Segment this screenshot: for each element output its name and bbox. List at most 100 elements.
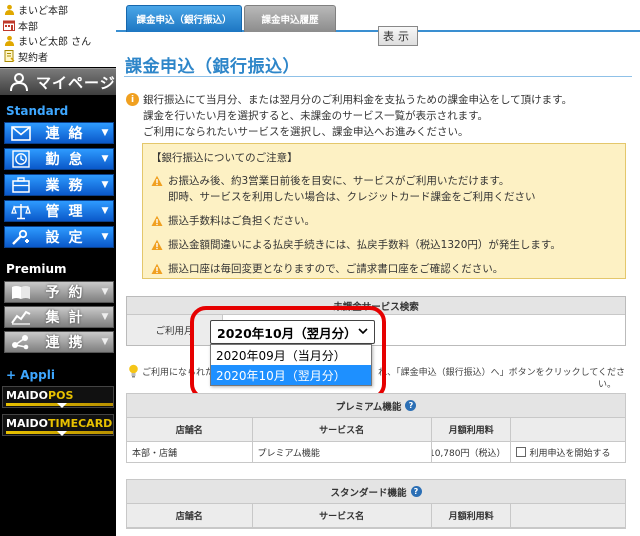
menu-aggregate[interactable]: 集計 ▼	[4, 306, 114, 328]
page-title: 課金申込（銀行振込）	[125, 57, 300, 77]
table-row: 本部・店舗 プレミアム機能 10,780円（税込） 利用申込を開始する	[127, 442, 625, 462]
col-action	[511, 418, 625, 441]
notice-text: 振込口座は毎回変更となりますので、ご請求書口座をご確認ください。	[168, 263, 504, 275]
col-store: 店舗名	[127, 504, 253, 527]
user-role-row: 契約者	[3, 49, 113, 65]
store-icon	[3, 19, 15, 31]
menu-management-label: 管理	[45, 204, 92, 220]
user-name: まいど太郎 さん	[18, 37, 92, 49]
premium-service-table: プレミアム機能 ? 店舗名 サービス名 月額利用料 本部・店舗 プレミアム機能 …	[126, 393, 626, 463]
col-monthly-fee: 月額利用料	[432, 418, 512, 441]
notice-text: 振込金額間違いによる払戻手続きには、払戻手数料（税込1320円）が発生します。	[168, 239, 561, 251]
user-company-name: まいど本部	[18, 6, 68, 18]
row-price: 10,780円（税込）	[432, 442, 512, 462]
standard-table-title: スタンダード機能	[330, 487, 407, 499]
lightbulb-icon	[129, 364, 138, 378]
standard-service-table: スタンダード機能 ? 店舗名 サービス名 月額利用料	[126, 479, 626, 529]
contract-icon	[3, 50, 15, 63]
menu-settings-label: 設定	[45, 230, 92, 246]
menu-integration-label: 連携	[45, 335, 92, 351]
user-role: 契約者	[18, 52, 48, 64]
premium-table-title: プレミアム機能	[335, 401, 402, 413]
maido-timecard-link[interactable]: MAIDOTIMECARD	[2, 414, 114, 436]
chart-icon	[10, 308, 32, 326]
menu-aggregate-label: 集計	[45, 310, 92, 326]
menu-attendance-label: 勤怠	[45, 152, 92, 168]
warning-icon	[151, 215, 163, 226]
network-icon	[10, 333, 32, 351]
user-company-row: まいど本部	[3, 2, 113, 18]
hint-text-trail: い。	[598, 380, 617, 390]
help-icon[interactable]: ?	[410, 486, 422, 497]
warning-icon	[151, 239, 163, 250]
warning-icon	[151, 175, 163, 186]
tools-icon	[10, 228, 32, 246]
notice-text: お振込み後、約3営業日前後を目安に、サービスがご利用いただけます。	[168, 175, 510, 187]
mypage-label: マイページ	[36, 73, 116, 92]
chevron-down-icon: ▼	[101, 128, 109, 138]
col-service: サービス名	[253, 418, 432, 441]
menu-business[interactable]: 業務 ▼	[4, 174, 114, 196]
menu-contact[interactable]: 連絡 ▼	[4, 122, 114, 144]
user-icon	[3, 4, 15, 16]
highlight-annotation	[190, 306, 386, 400]
row-store: 本部・店舗	[127, 442, 253, 462]
warning-icon	[151, 263, 163, 274]
start-application-checkbox[interactable]: 利用申込を開始する	[511, 442, 625, 462]
notice-item: 振込手数料はご負担ください。	[151, 213, 617, 229]
user-name-row: まいど太郎 さん	[3, 33, 113, 49]
premium-section-label: Premium	[6, 262, 67, 276]
table-column-headers: 店舗名 サービス名 月額利用料	[127, 418, 625, 442]
menu-contact-label: 連絡	[45, 126, 92, 142]
maido-timecard-logo: MAIDOTIMECARD	[6, 416, 113, 430]
sidebar: まいど本部 本部 まいど太郎 さん 契約者 マイページ Standard 連絡 …	[0, 0, 116, 536]
chevron-down-icon: ▼	[101, 232, 109, 242]
notice-item: 振込金額間違いによる払戻手続きには、払戻手数料（税込1320円）が発生します。	[151, 237, 617, 253]
standard-section-label: Standard	[6, 104, 69, 118]
title-divider	[124, 76, 632, 77]
appli-section-label: + Appli	[6, 368, 55, 382]
info-icon: i	[126, 93, 139, 106]
main-content: 課金申込（銀行振込） 課金申込履歴 課金申込（銀行振込） i 銀行振込にて当月分…	[116, 0, 640, 536]
person-icon	[8, 71, 30, 93]
notice-text: 即時、サービスを利用したい場合は、クレジットカード課金をご利用ください	[168, 191, 536, 203]
help-icon[interactable]: ?	[405, 400, 417, 411]
tab-billing-history[interactable]: 課金申込履歴	[244, 5, 336, 32]
menu-settings[interactable]: 設定 ▼	[4, 226, 114, 248]
hint-text-end: れ、「課金申込（銀行振込）へ」ボタンをクリックしてくださ	[378, 368, 626, 378]
notice-title: 【銀行振込についてのご注意】	[151, 152, 298, 164]
row-service: プレミアム機能	[253, 442, 432, 462]
notice-text: 振込手数料はご負担ください。	[168, 215, 315, 227]
menu-reservation-label: 予約	[45, 285, 92, 301]
app-root: まいど本部 本部 まいど太郎 さん 契約者 マイページ Standard 連絡 …	[0, 0, 640, 536]
intro-line: ご利用になられたいサービスを選択し、課金申込へお進みください。	[143, 126, 469, 138]
notice-item: お振込み後、約3営業日前後を目安に、サービスがご利用いただけます。 即時、サービ…	[151, 173, 617, 205]
menu-attendance[interactable]: 勤怠 ▼	[4, 148, 114, 170]
briefcase-icon	[10, 176, 32, 194]
mypage-button[interactable]: マイページ	[0, 68, 116, 95]
user-store-row: 本部	[3, 18, 113, 34]
menu-integration[interactable]: 連携 ▼	[4, 331, 114, 353]
maido-pos-link[interactable]: MAIDOPOS	[2, 386, 114, 408]
menu-management[interactable]: 管理 ▼	[4, 200, 114, 222]
chevron-down-icon: ▼	[101, 206, 109, 216]
intro-text: i 銀行振込にて当月分、または翌月分のご利用料金を支払うための課金申込をして頂け…	[126, 92, 638, 140]
menu-reservation[interactable]: 予約 ▼	[4, 281, 114, 303]
col-service: サービス名	[253, 504, 432, 527]
table-column-headers: 店舗名 サービス名 月額利用料	[127, 504, 625, 528]
col-store: 店舗名	[127, 418, 253, 441]
display-button[interactable]: 表示	[378, 26, 418, 46]
bank-transfer-notice: 【銀行振込についてのご注意】 お振込み後、約3営業日前後を目安に、サービスがご利…	[142, 143, 626, 279]
start-application-label: 利用申込を開始する	[529, 448, 611, 459]
intro-line: 銀行振込にて当月分、または翌月分のご利用料金を支払うための課金申込をして頂けます…	[143, 94, 573, 106]
checkbox[interactable]	[516, 447, 527, 457]
book-icon	[10, 283, 32, 301]
tab-bank-transfer[interactable]: 課金申込（銀行振込）	[126, 5, 242, 32]
scale-icon	[10, 202, 32, 220]
chevron-down-icon: ▼	[101, 312, 109, 322]
maido-pos-logo: MAIDOPOS	[6, 388, 74, 402]
user-store-name: 本部	[18, 21, 38, 33]
menu-business-label: 業務	[45, 178, 92, 194]
col-action	[511, 504, 625, 527]
mail-icon	[10, 124, 32, 142]
